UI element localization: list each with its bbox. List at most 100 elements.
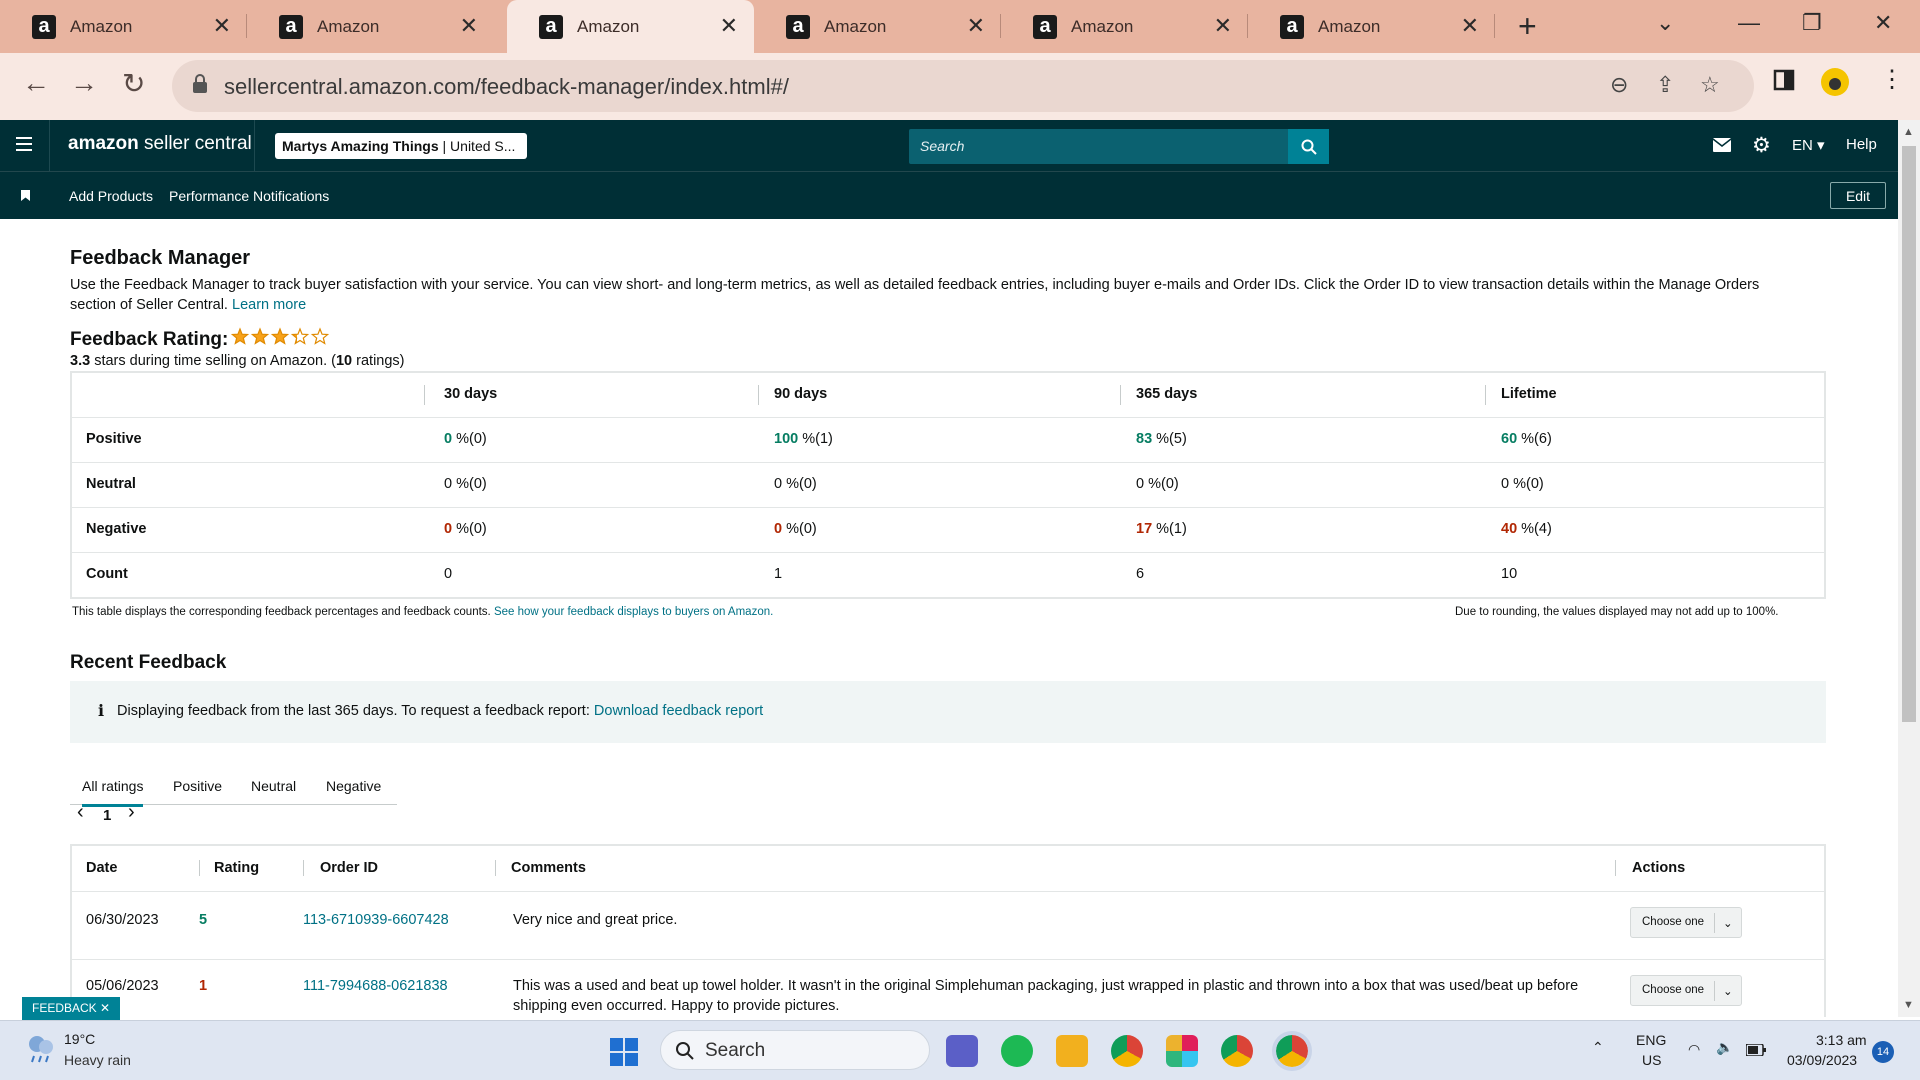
rating-count: 10 [335, 353, 353, 369]
browser-tab-active[interactable]: a Amazon ✕ [507, 0, 754, 53]
reload-icon[interactable]: ↻ [122, 67, 145, 100]
rain-cloud-icon[interactable] [24, 1031, 58, 1065]
metric-value: 100 [774, 431, 799, 447]
store-switcher[interactable]: Martys Amazing Things | United S... [275, 133, 527, 159]
col-header: Actions [1615, 860, 1685, 876]
hamburger-menu-icon[interactable] [16, 137, 32, 155]
language-us[interactable]: US [1642, 1052, 1661, 1068]
metric-suffix: %(0) [1509, 476, 1544, 492]
wifi-icon[interactable]: ◠ [1688, 1041, 1700, 1058]
minimize-icon[interactable]: — [1738, 10, 1760, 36]
url-omnibox[interactable]: sellercentral.amazon.com/feedback-manage… [172, 60, 1754, 112]
metric-cell: 6 [1136, 566, 1145, 582]
star-icon [231, 327, 250, 345]
new-tab-plus-icon[interactable]: + [1518, 8, 1537, 45]
nav-performance-notifications[interactable]: Performance Notifications [169, 188, 329, 204]
back-arrow-icon[interactable]: ← [22, 67, 50, 99]
description-text: Use the Feedback Manager to track buyer … [70, 277, 1760, 313]
close-tab-icon[interactable]: ✕ [460, 13, 478, 39]
tab-neutral[interactable]: Neutral [251, 778, 296, 794]
nav-add-products[interactable]: Add Products [69, 188, 153, 204]
chevron-down-icon: ⌄ [1723, 918, 1733, 930]
clock-time[interactable]: 3:13 am [1816, 1032, 1867, 1048]
seller-central-header: amazon seller central Martys Amazing Thi… [0, 120, 1898, 171]
windows-start-icon[interactable] [610, 1038, 638, 1066]
logo-rest: seller central [138, 133, 252, 154]
forward-arrow-icon[interactable]: → [70, 67, 98, 99]
tab-title: Amazon [1071, 16, 1134, 36]
search-input[interactable]: Search [909, 129, 1329, 164]
chrome-icon[interactable] [1111, 1035, 1143, 1067]
tab-title: Amazon [70, 16, 133, 36]
close-tab-icon[interactable]: ✕ [1214, 13, 1232, 39]
action-select[interactable]: Choose one ⌄ [1630, 975, 1742, 1006]
star-icon [270, 327, 290, 345]
slack-icon[interactable] [1166, 1035, 1198, 1067]
weather-temp: 19°C [64, 1031, 96, 1047]
edit-nav-button[interactable]: Edit [1830, 182, 1886, 209]
restore-icon[interactable]: ❐ [1802, 10, 1822, 36]
metric-value: 60 [1501, 431, 1518, 447]
side-panel-icon[interactable] [1773, 69, 1795, 91]
next-page-icon[interactable]: › [128, 801, 135, 824]
close-tab-icon[interactable]: ✕ [720, 13, 738, 39]
recent-feedback-title: Recent Feedback [70, 652, 227, 673]
browser-menu-icon[interactable]: ⋮ [1880, 65, 1904, 94]
tab-negative[interactable]: Negative [326, 778, 381, 794]
metric-value: 40 [1501, 521, 1518, 537]
tab-positive[interactable]: Positive [173, 778, 222, 794]
volume-icon[interactable]: 🔈 [1716, 1039, 1733, 1056]
browser-tab[interactable]: a Amazon ✕ [1248, 0, 1495, 53]
show-hidden-icons-chevron-icon[interactable]: ⌃ [1592, 1039, 1604, 1056]
language-selector[interactable]: EN ▾ [1792, 136, 1825, 154]
help-link[interactable]: Help [1846, 136, 1877, 153]
action-select[interactable]: Choose one ⌄ [1630, 907, 1742, 938]
bookmark-icon[interactable] [21, 190, 30, 201]
feedback-display-link[interactable]: See how your feedback displays to buyers… [494, 606, 773, 618]
close-tab-icon[interactable]: ✕ [967, 13, 985, 39]
metrics-row-negative: Negative 0 %(0) 0 %(0) 17 %(1) 40 %(4) [72, 508, 1824, 553]
zoom-icon[interactable]: ⊖ [1610, 72, 1628, 98]
bookmark-star-icon[interactable]: ☆ [1700, 72, 1720, 98]
browser-tab[interactable]: a Amazon ✕ [247, 0, 494, 53]
metric-value: 83 [1136, 431, 1153, 447]
seller-central-logo[interactable]: amazon seller central [68, 133, 252, 155]
file-explorer-icon[interactable] [1056, 1035, 1088, 1067]
settings-gear-icon[interactable]: ⚙ [1752, 133, 1771, 158]
profile-avatar-icon[interactable] [1820, 67, 1850, 97]
share-icon[interactable]: ⇪ [1656, 72, 1674, 98]
spotify-icon[interactable] [1001, 1035, 1033, 1067]
feedback-tag-button[interactable]: FEEDBACK ✕ [22, 997, 121, 1020]
notification-badge[interactable]: 14 [1872, 1041, 1894, 1063]
chrome-profile-icon[interactable] [1221, 1035, 1253, 1067]
col-header: Order ID [303, 860, 378, 876]
metric-cell: 17 %(1) [1136, 521, 1187, 537]
order-id-link[interactable]: 113-6710939-6607428 [303, 910, 449, 930]
teams-icon[interactable] [946, 1035, 978, 1067]
current-page[interactable]: 1 [103, 807, 111, 824]
close-tab-icon[interactable]: ✕ [213, 13, 231, 39]
tab-search-chevron-icon[interactable]: ⌄ [1656, 10, 1674, 36]
page-scrollbar[interactable]: ▲ ▼ [1898, 120, 1920, 1017]
prev-page-icon[interactable]: ‹ [77, 801, 84, 824]
search-placeholder: Search [920, 138, 965, 154]
page-description: Use the Feedback Manager to track buyer … [70, 275, 1790, 315]
browser-tab[interactable]: a Amazon ✕ [0, 0, 247, 53]
taskbar-search[interactable]: Search [660, 1030, 930, 1070]
battery-icon[interactable] [1746, 1044, 1766, 1056]
learn-more-link[interactable]: Learn more [232, 297, 306, 313]
browser-tab[interactable]: a Amazon ✕ [754, 0, 1001, 53]
search-button[interactable] [1288, 129, 1329, 164]
browser-tab[interactable]: a Amazon ✕ [1001, 0, 1248, 53]
metric-value: 0 [444, 476, 453, 492]
scrollbar-thumb[interactable] [1902, 146, 1916, 722]
close-window-icon[interactable]: ✕ [1874, 10, 1892, 36]
clock-date[interactable]: 03/09/2023 [1787, 1052, 1857, 1068]
order-id-link[interactable]: 111-7994688-0621838 [303, 976, 448, 996]
close-tab-icon[interactable]: ✕ [1461, 13, 1479, 39]
mail-icon[interactable] [1713, 138, 1731, 152]
language-eng[interactable]: ENG [1636, 1032, 1666, 1048]
feedback-header-row: Date Rating Order ID Comments Actions [72, 846, 1824, 892]
download-report-link[interactable]: Download feedback report [594, 703, 763, 719]
chrome-active-icon[interactable] [1272, 1031, 1312, 1071]
